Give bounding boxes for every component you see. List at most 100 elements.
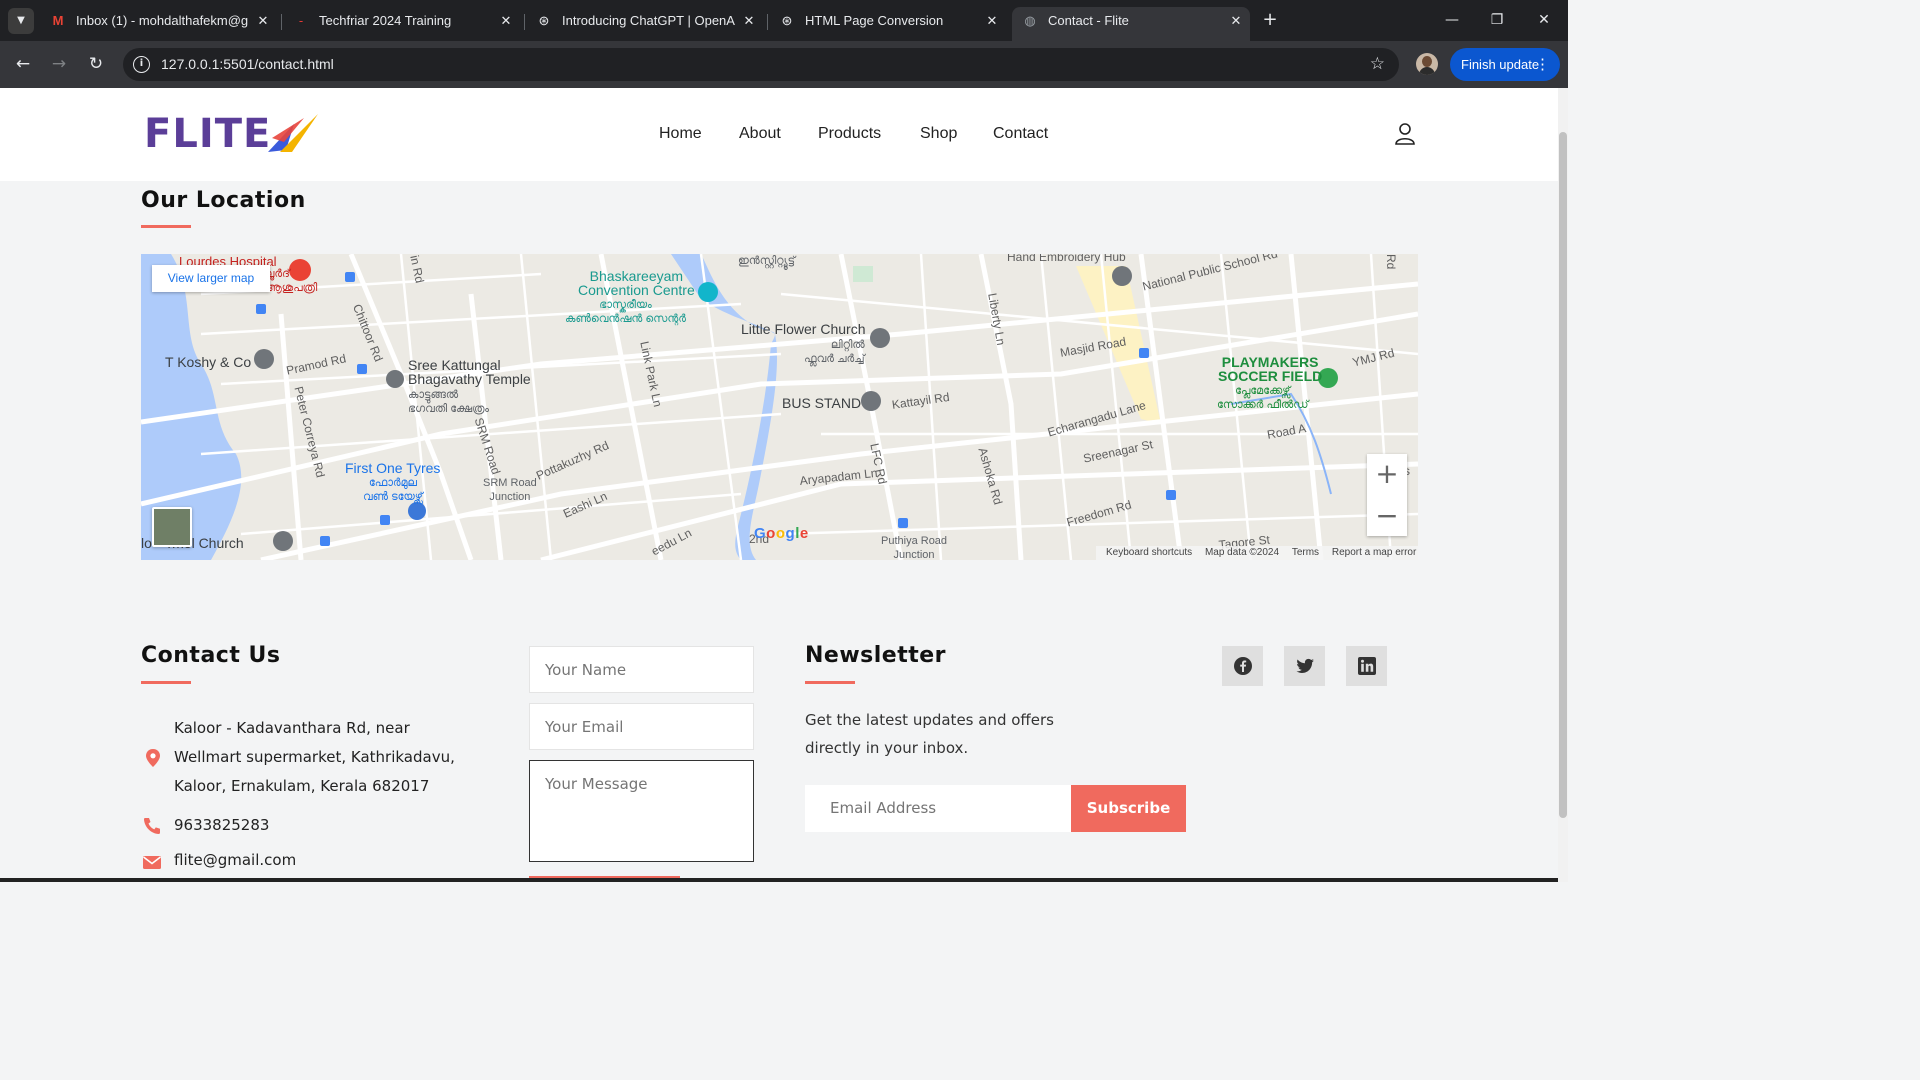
newsletter-description: Get the latest updates and offers direct… <box>805 711 1054 757</box>
tab-search-button[interactable]: ▼ <box>8 8 34 34</box>
subscribe-button[interactable]: Subscribe <box>1071 785 1186 832</box>
keyboard-shortcuts-link[interactable]: Keyboard shortcuts <box>1106 547 1192 558</box>
nav-contact[interactable]: Contact <box>993 124 1048 144</box>
nav-products[interactable]: Products <box>818 124 881 144</box>
report-map-error-link[interactable]: Report a map error <box>1332 547 1416 558</box>
map-label-bhaskareeyam-ml: ഭാസ്കരീയം കൺവെൻഷൻ സെന്റർ <box>565 299 686 325</box>
map-label-institute-ml: ഇൻസ്റ്റിറ്റ്യൂട്ട് <box>738 255 796 267</box>
map-label-first-one-ml: ഫോർമുല വൺ ടയേഴ്സ് <box>363 477 423 503</box>
close-tab-icon[interactable]: ✕ <box>498 13 514 29</box>
tab-separator <box>281 14 282 30</box>
gmail-icon: M <box>52 13 64 28</box>
linkedin-button[interactable] <box>1346 646 1387 686</box>
contact-email: flite@gmail.com <box>174 851 297 869</box>
close-tab-icon[interactable]: ✕ <box>1228 13 1244 29</box>
location-pin-icon <box>146 749 160 767</box>
map-label-puthiya: Puthiya Road Junction <box>881 535 948 560</box>
close-tab-icon[interactable]: ✕ <box>984 13 1000 29</box>
map-label-little-flower: Little Flower Church <box>741 321 866 337</box>
tab-contact-flite[interactable]: ◍ Contact - Flite ✕ <box>1012 7 1250 41</box>
profile-avatar[interactable] <box>1416 53 1438 75</box>
nav-home[interactable]: Home <box>659 124 702 144</box>
google-map-embed[interactable]: Lourdes Hospital ലൂർദ് ആശുപത്രി Bhaskare… <box>141 254 1418 560</box>
scrollbar-thumb[interactable] <box>1559 132 1567 818</box>
map-attribution: Keyboard shortcuts Map data ©2024 Terms … <box>1096 546 1418 560</box>
message-field[interactable] <box>529 760 754 862</box>
newsletter-email-input[interactable] <box>805 785 1071 832</box>
map-label-first-one: First One Tyres <box>345 460 441 476</box>
close-tab-icon[interactable]: ✕ <box>741 13 757 29</box>
email-icon <box>143 856 161 869</box>
location-title: Our Location <box>141 188 306 213</box>
nav-shop[interactable]: Shop <box>920 124 957 144</box>
google-logo: Google <box>754 525 809 542</box>
back-icon[interactable]: ← <box>12 53 34 75</box>
nav-about[interactable]: About <box>739 124 781 144</box>
openai-icon: ⊛ <box>781 13 793 28</box>
map-label-little-flower-ml: ലിറ്റിൽ ഫ്ലവർ ചർച്ച് <box>804 339 865 365</box>
more-menu-icon[interactable]: ⋮ <box>1535 48 1550 81</box>
flite-logo[interactable]: FLITE <box>144 110 324 160</box>
phone-icon <box>144 818 160 834</box>
forward-icon[interactable]: → <box>48 53 70 75</box>
close-tab-icon[interactable]: ✕ <box>255 13 271 29</box>
map-label-playmakers: PLAYMAKERS SOCCER FIELD <box>1218 354 1323 384</box>
tab-chatgpt[interactable]: ⊛ Introducing ChatGPT | OpenAI ✕ <box>526 7 763 41</box>
new-tab-button[interactable]: + <box>1260 10 1280 30</box>
map-label-srm-junction: SRM Road Junction <box>483 477 537 503</box>
terms-link[interactable]: Terms <box>1292 547 1319 558</box>
site-info-icon[interactable]: i <box>133 56 150 73</box>
linkedin-icon <box>1358 657 1376 675</box>
map-label-kattungal: Sree Kattungal Bhagavathy Temple <box>408 357 531 387</box>
logo-swoosh-icon <box>268 114 318 152</box>
openai-icon: ⊛ <box>538 13 550 28</box>
globe-icon: ◍ <box>1024 13 1036 28</box>
map-label-playmakers-ml: പ്ലേമേക്കേഴ്സ് സോക്കർ ഫീൽഡ് <box>1217 385 1309 411</box>
facebook-button[interactable] <box>1222 646 1263 686</box>
url-text[interactable]: 127.0.0.1:5501/contact.html <box>161 48 334 81</box>
view-larger-map-link[interactable]: View larger map <box>152 265 270 292</box>
close-window-icon[interactable]: ✕ <box>1534 10 1554 30</box>
browser-tab-bar: ▼ M Inbox (1) - mohdalthafekm@gm ✕ - Tec… <box>0 0 1568 41</box>
page-viewport: FLITE Home About Products Shop Contact O… <box>0 88 1568 882</box>
map-label-kattungal-ml: കാട്ടുങ്ങൽ ഭഗവതി ക്ഷേത്രം <box>408 389 490 415</box>
user-account-icon[interactable] <box>1394 122 1416 146</box>
zoom-in-button[interactable]: + <box>1367 454 1407 494</box>
title-underline <box>141 225 191 228</box>
contact-phone: 9633825283 <box>174 816 270 834</box>
address-bar[interactable]: i 127.0.0.1:5501/contact.html ☆ <box>123 48 1399 81</box>
tab-separator <box>767 14 768 30</box>
site-header: FLITE Home About Products Shop Contact <box>0 88 1558 181</box>
name-field[interactable] <box>529 646 754 693</box>
email-field[interactable] <box>529 703 754 750</box>
finish-update-button[interactable]: Finish update ⋮ <box>1450 48 1560 81</box>
map-data-text: Map data ©2024 <box>1204 547 1280 558</box>
contact-address: Kaloor - Kadavanthara Rd, near Wellmart … <box>174 719 455 795</box>
map-label-embroidery: Hand Embroidery Hub <box>1007 254 1126 264</box>
tab-gmail[interactable]: M Inbox (1) - mohdalthafekm@gm ✕ <box>40 7 277 41</box>
facebook-icon <box>1234 657 1252 675</box>
restore-icon[interactable]: ❐ <box>1487 10 1507 30</box>
tab-html-conversion[interactable]: ⊛ HTML Page Conversion ✕ <box>769 7 1006 41</box>
map-zoom-control: + − <box>1367 454 1407 536</box>
satellite-toggle-button[interactable] <box>152 507 192 547</box>
twitter-button[interactable] <box>1284 646 1325 686</box>
techfriar-icon: - <box>298 13 304 28</box>
page-scrollbar[interactable] <box>1558 88 1568 882</box>
map-label-lourdes-ml: ലൂർദ് ആശുപത്രി <box>265 268 318 294</box>
tab-separator <box>524 14 525 30</box>
title-underline <box>805 681 855 684</box>
bookmark-star-icon[interactable]: ☆ <box>1370 54 1385 74</box>
reload-icon[interactable]: ↻ <box>85 53 107 75</box>
map-label-bhaskareeyam: Bhaskareeyam Convention Centre <box>578 268 695 298</box>
browser-toolbar: ← → ↻ i 127.0.0.1:5501/contact.html ☆ Fi… <box>0 41 1568 88</box>
zoom-out-button[interactable]: − <box>1367 496 1407 536</box>
tab-techfriar[interactable]: - Techfriar 2024 Training ✕ <box>283 7 520 41</box>
page-bottom-border <box>0 878 1568 882</box>
map-label-rd-right: Rd <box>1384 254 1398 270</box>
minimize-icon[interactable]: — <box>1442 10 1462 30</box>
title-underline <box>141 681 191 684</box>
contact-title: Contact Us <box>141 643 281 668</box>
map-label-bus-stand: BUS STAND <box>782 395 862 411</box>
newsletter-title: Newsletter <box>805 643 947 668</box>
